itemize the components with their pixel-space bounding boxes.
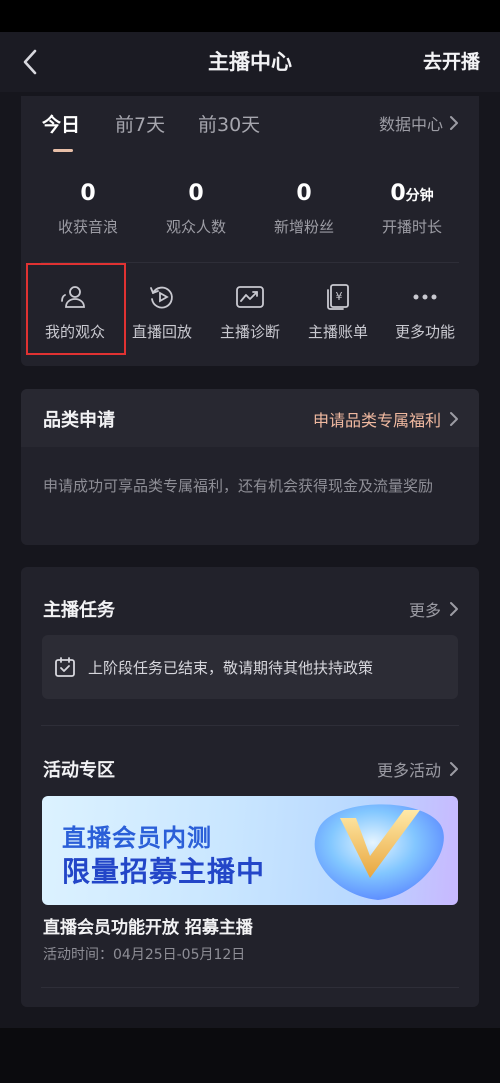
- category-header[interactable]: 品类申请 申请品类专属福利: [21, 389, 479, 447]
- bottom-bar: [0, 1028, 500, 1083]
- feature-label: 主播账单: [307, 323, 368, 341]
- stat-label: 开播时长: [381, 218, 442, 236]
- activity-time: 活动时间：04月25日-05月12日: [43, 947, 246, 963]
- stat-label: 收获音浪: [57, 218, 118, 236]
- replay-icon: [150, 286, 173, 309]
- svg-text:¥: ¥: [336, 290, 343, 303]
- chevron-right-icon: [450, 602, 458, 616]
- task-notice-text: 上阶段任务已结束，敬请期待其他扶持政策: [88, 658, 374, 677]
- chevron-right-icon: [450, 762, 458, 776]
- tab-7days[interactable]: 前7天: [115, 110, 165, 137]
- feature-label: 更多功能: [394, 323, 455, 341]
- status-bar: [0, 0, 500, 32]
- feature-label: 主播诊断: [219, 323, 280, 341]
- stat-live-duration[interactable]: 0分钟 开播时长: [358, 180, 466, 237]
- chevron-right-icon: [450, 412, 458, 426]
- stat-value: 0: [188, 181, 204, 206]
- more-icon: [413, 294, 437, 300]
- category-link-label: 申请品类专属福利: [312, 411, 441, 430]
- category-description: 申请成功可享品类专属福利，还有机会获得现金及流量奖励: [43, 477, 434, 495]
- stat-viewers[interactable]: 0 观众人数: [142, 180, 250, 237]
- calendar-check-icon: [55, 657, 75, 677]
- category-card: 品类申请 申请品类专属福利 申请成功可享品类专属福利，还有机会获得现金及流量奖励: [21, 389, 479, 545]
- stat-sound-waves[interactable]: 0 收获音浪: [34, 180, 142, 237]
- tasks-title: 主播任务: [43, 600, 115, 621]
- banner-line-2: 限量招募主播中: [62, 855, 266, 888]
- stat-value: 0分钟: [390, 181, 434, 206]
- task-notice: 上阶段任务已结束，敬请期待其他扶持政策: [42, 635, 458, 699]
- highlight-box: [26, 263, 126, 355]
- feature-label: 直播回放: [131, 323, 192, 341]
- activities-more-link[interactable]: 更多活动: [377, 757, 459, 781]
- nav-bar: 主播中心 去开播: [0, 32, 500, 92]
- diagnosis-icon: [236, 286, 264, 308]
- tasks-more-link[interactable]: 更多: [409, 597, 459, 621]
- stat-value: 0: [296, 181, 312, 206]
- activities-title: 活动专区: [43, 760, 115, 781]
- activity-banner[interactable]: 直播会员内测 限量招募主播中: [42, 796, 458, 905]
- chevron-left-icon: [23, 49, 37, 75]
- stat-new-fans[interactable]: 0 新增粉丝: [250, 180, 358, 237]
- tab-indicator: [53, 149, 73, 152]
- tab-today[interactable]: 今日: [42, 110, 80, 137]
- stat-value: 0: [80, 181, 96, 206]
- v-badge-icon: [314, 804, 444, 900]
- data-center-link[interactable]: 数据中心: [379, 111, 459, 135]
- stat-label: 新增粉丝: [273, 218, 334, 236]
- category-benefit-link[interactable]: 申请品类专属福利: [313, 407, 459, 431]
- tasks-card: 主播任务 更多 上阶段任务已结束，敬请期待其他扶持政策 活动专区 更多活动 直播…: [21, 567, 479, 1007]
- stat-label: 观众人数: [165, 218, 226, 236]
- activity-title[interactable]: 直播会员功能开放 招募主播: [43, 913, 253, 938]
- chevron-right-icon: [450, 116, 458, 130]
- data-center-label: 数据中心: [378, 115, 443, 134]
- feature-live-replay[interactable]: 直播回放: [118, 282, 206, 342]
- feature-more[interactable]: 更多功能: [381, 282, 469, 342]
- tasks-more-label: 更多: [408, 601, 441, 620]
- back-button[interactable]: [14, 46, 46, 78]
- bill-icon: ¥: [327, 284, 349, 310]
- divider: [41, 987, 459, 988]
- feature-bill[interactable]: ¥ 主播账单: [294, 282, 382, 342]
- category-title: 品类申请: [43, 410, 115, 431]
- start-live-button[interactable]: 去开播: [423, 32, 480, 92]
- activities-more-label: 更多活动: [376, 761, 441, 780]
- feature-diagnosis[interactable]: 主播诊断: [206, 282, 294, 342]
- divider: [41, 725, 459, 726]
- banner-line-1: 直播会员内测: [62, 824, 212, 852]
- tab-30days[interactable]: 前30天: [198, 110, 260, 137]
